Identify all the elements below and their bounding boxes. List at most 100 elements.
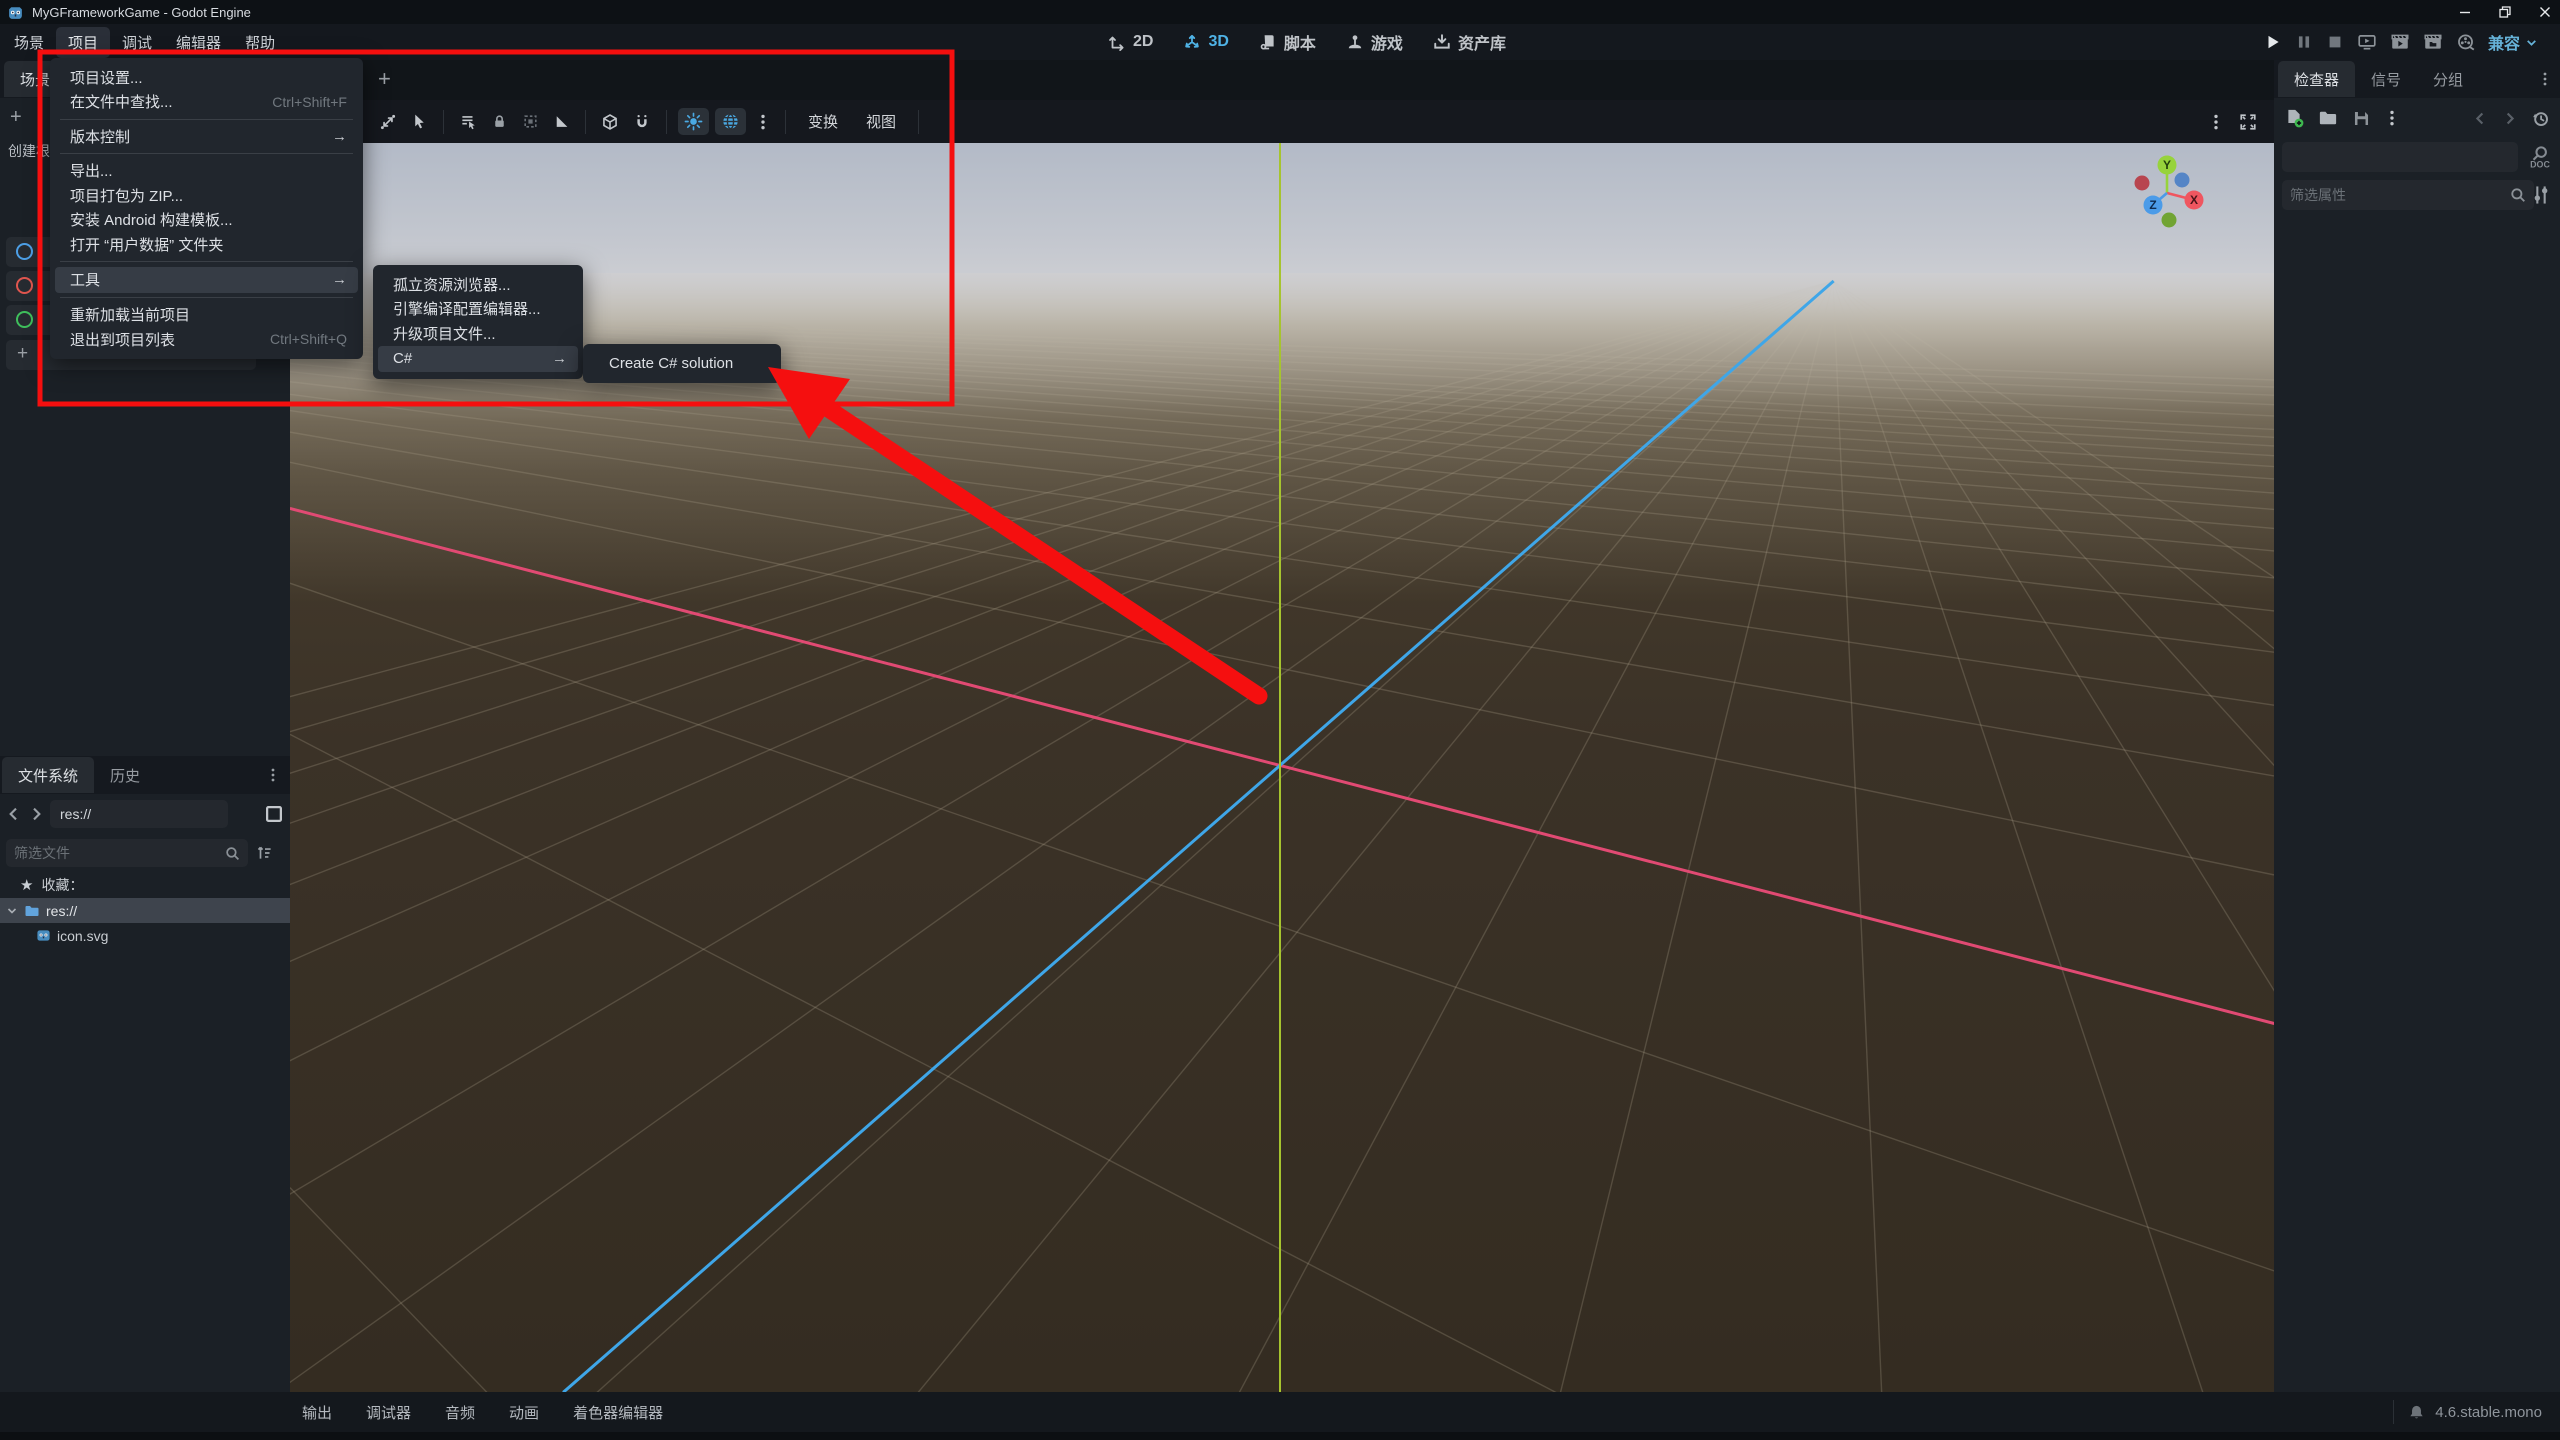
play-scene-button[interactable] bbox=[2390, 33, 2410, 51]
tab-filesystem[interactable]: 文件系统 bbox=[2, 757, 95, 793]
close-button[interactable] bbox=[2538, 5, 2552, 19]
tree-row-root[interactable]: res:// bbox=[0, 898, 290, 923]
nav-forward-icon[interactable] bbox=[28, 806, 44, 822]
viewport-3d[interactable]: Y X Z bbox=[290, 143, 2274, 1392]
minimize-button[interactable] bbox=[2458, 5, 2472, 19]
menu-item-find-in-files[interactable]: 在文件中查找... Ctrl+Shift+F bbox=[50, 90, 363, 115]
menu-item-upgrade-project-files[interactable]: 升级项目文件... bbox=[373, 321, 583, 346]
nav-back-icon[interactable] bbox=[6, 806, 22, 822]
menu-editor[interactable]: 编辑器 bbox=[164, 27, 233, 58]
menu-item-orphan-resource-explorer[interactable]: 孤立资源浏览器... bbox=[373, 272, 583, 297]
menu-item-csharp[interactable]: C# → bbox=[378, 345, 578, 372]
dock-options-icon[interactable] bbox=[266, 767, 280, 783]
select-mode-icon[interactable] bbox=[411, 113, 428, 130]
add-node-button[interactable]: + bbox=[10, 106, 22, 128]
menu-help[interactable]: 帮助 bbox=[233, 27, 287, 58]
sun-environment-options-icon[interactable] bbox=[756, 113, 770, 131]
menu-item-pack-zip[interactable]: 项目打包为 ZIP... bbox=[50, 183, 363, 208]
menu-debug[interactable]: 调试 bbox=[110, 27, 164, 58]
stop-button[interactable] bbox=[2326, 33, 2344, 51]
menu-item-tools[interactable]: 工具 → bbox=[55, 266, 358, 293]
new-resource-icon[interactable] bbox=[2284, 108, 2304, 128]
menu-item-engine-compile-config[interactable]: 引擎编译配置编辑器... bbox=[373, 297, 583, 322]
tab-groups[interactable]: 分组 bbox=[2417, 61, 2479, 97]
preview-sun-toggle[interactable] bbox=[678, 108, 709, 135]
workspace-3d-button[interactable]: 3D bbox=[1183, 33, 1229, 51]
doc-search-icon[interactable]: DOC bbox=[2528, 145, 2552, 171]
menu-project[interactable]: 项目 bbox=[56, 26, 111, 58]
viewport-options-icon[interactable] bbox=[2209, 113, 2223, 131]
history-forward-icon[interactable] bbox=[2502, 111, 2517, 126]
menu-item-open-user-data[interactable]: 打开 “用户数据” 文件夹 bbox=[50, 232, 363, 257]
menu-scene[interactable]: 场景 bbox=[2, 27, 56, 58]
menu-item-quit-to-project-list[interactable]: 退出到项目列表 Ctrl+Shift+Q bbox=[50, 327, 363, 352]
new-scene-tab-button[interactable]: + bbox=[378, 66, 391, 92]
ui-scene-icon bbox=[16, 311, 33, 328]
axis-gizmo[interactable]: Y X Z bbox=[2122, 148, 2212, 238]
workspace-2d-button[interactable]: 2D bbox=[1108, 33, 1153, 51]
filter-files-input[interactable] bbox=[14, 841, 225, 865]
tab-inspector[interactable]: 检查器 bbox=[2278, 61, 2356, 97]
play-custom-scene-button[interactable] bbox=[2423, 33, 2443, 51]
list-select-icon[interactable] bbox=[459, 113, 477, 131]
load-resource-icon[interactable] bbox=[2318, 109, 2338, 127]
fullscreen-icon[interactable] bbox=[2239, 113, 2257, 131]
object-name-field[interactable] bbox=[2282, 142, 2518, 172]
play-button[interactable] bbox=[2264, 33, 2282, 51]
workspace-assetlib-button[interactable]: 资产库 bbox=[1433, 30, 1506, 54]
chevron-expand-icon[interactable] bbox=[6, 905, 18, 917]
menu-item-version-control[interactable]: 版本控制 → bbox=[50, 124, 363, 149]
workspace-game-button[interactable]: 游戏 bbox=[1346, 30, 1403, 54]
save-icon[interactable] bbox=[2352, 109, 2371, 128]
property-tools-icon[interactable] bbox=[2531, 184, 2551, 206]
playback-controls: 兼容 bbox=[2264, 24, 2538, 60]
edit-history-icon[interactable] bbox=[2531, 109, 2550, 128]
sort-icon[interactable] bbox=[256, 844, 274, 862]
menu-separator bbox=[60, 118, 353, 120]
menu-item-reload-project[interactable]: 重新加载当前项目 bbox=[50, 303, 363, 328]
notification-bell-icon[interactable] bbox=[2408, 1404, 2425, 1421]
tab-signals[interactable]: 信号 bbox=[2355, 61, 2417, 97]
lock-icon[interactable] bbox=[491, 113, 508, 130]
snap-icon[interactable] bbox=[633, 113, 651, 131]
menu-item-create-csharp-solution[interactable]: Create C# solution bbox=[583, 351, 781, 376]
panel-shader-editor[interactable]: 着色器编辑器 bbox=[556, 1402, 680, 1423]
godot-logo-icon bbox=[9, 6, 22, 19]
chevron-down-icon bbox=[2527, 39, 2536, 46]
favorites-row: ★ 收藏： bbox=[0, 872, 290, 898]
play-remote-button[interactable] bbox=[2357, 33, 2377, 51]
path-field[interactable] bbox=[50, 800, 228, 828]
restore-button[interactable] bbox=[2498, 5, 2512, 19]
panel-audio[interactable]: 音频 bbox=[428, 1402, 492, 1423]
game-icon bbox=[1348, 35, 1362, 49]
menu-item-install-android-template[interactable]: 安装 Android 构建模板... bbox=[50, 208, 363, 233]
panel-debugger[interactable]: 调试器 bbox=[349, 1402, 428, 1423]
local-space-icon[interactable] bbox=[601, 113, 619, 131]
renderer-selector[interactable]: 兼容 bbox=[2488, 30, 2538, 54]
ruler-icon[interactable] bbox=[553, 113, 570, 130]
history-back-icon[interactable] bbox=[2473, 111, 2488, 126]
menu-item-export[interactable]: 导出... bbox=[50, 159, 363, 184]
filter-properties-box bbox=[2282, 180, 2534, 210]
window-title: MyGFrameworkGame - Godot Engine bbox=[32, 4, 251, 20]
preview-environment-toggle[interactable] bbox=[715, 108, 746, 135]
3d-scene-icon bbox=[16, 277, 33, 294]
transform-menu[interactable]: 变换 bbox=[794, 111, 852, 132]
tab-history[interactable]: 历史 bbox=[94, 757, 156, 793]
star-icon: ★ bbox=[20, 877, 34, 894]
panel-animation[interactable]: 动画 bbox=[492, 1402, 556, 1423]
inspector-options-icon[interactable] bbox=[2385, 109, 2399, 127]
csharp-submenu: Create C# solution bbox=[583, 344, 781, 383]
scale-mode-icon[interactable] bbox=[379, 113, 397, 131]
group-icon[interactable] bbox=[522, 113, 539, 130]
filter-properties-input[interactable] bbox=[2290, 182, 2510, 208]
view-menu[interactable]: 视图 bbox=[852, 111, 910, 132]
dock-options-icon[interactable] bbox=[2538, 71, 2552, 87]
workspace-script-button[interactable]: 脚本 bbox=[1259, 30, 1316, 54]
menu-item-project-settings[interactable]: 项目设置... bbox=[50, 65, 363, 90]
tree-row-file[interactable]: icon.svg bbox=[0, 923, 290, 948]
movie-maker-button[interactable] bbox=[2456, 33, 2475, 52]
split-view-icon[interactable] bbox=[264, 804, 284, 824]
panel-output[interactable]: 输出 bbox=[285, 1402, 349, 1423]
pause-button[interactable] bbox=[2295, 33, 2313, 51]
